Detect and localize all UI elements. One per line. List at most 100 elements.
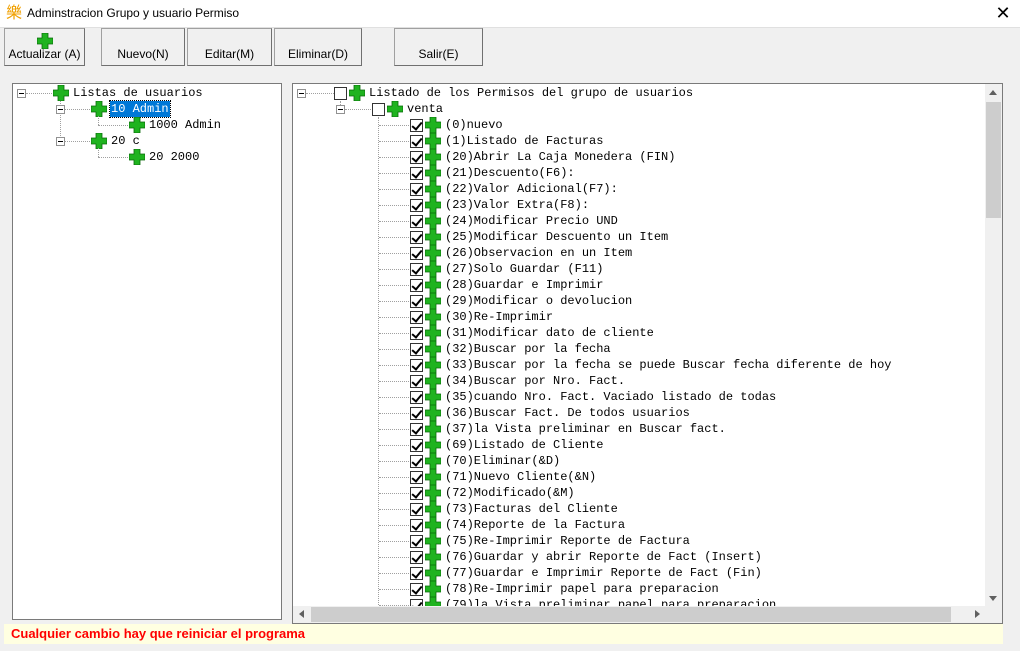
permission-checkbox[interactable]: [410, 311, 423, 324]
permission-item[interactable]: (32)Buscar por la fecha: [444, 341, 612, 357]
permission-checkbox[interactable]: [410, 567, 423, 580]
permission-item[interactable]: (29)Modificar o devolucion: [444, 293, 633, 309]
permission-item[interactable]: (26)Observacion en un Item: [444, 245, 633, 261]
permission-checkbox[interactable]: [410, 343, 423, 356]
permission-checkbox[interactable]: [410, 519, 423, 532]
users-tree-panel[interactable]: Listas de usuarios 10 Admin 1000 Admin 20 c…: [12, 83, 282, 620]
user-group-item[interactable]: 20 c: [110, 133, 141, 149]
permission-item[interactable]: (76)Guardar y abrir Reporte de Fact (Ins…: [444, 549, 763, 565]
horizontal-scroll-thumb[interactable]: [311, 607, 951, 622]
permission-item[interactable]: (72)Modificado(&M): [444, 485, 576, 501]
permission-item[interactable]: (25)Modificar Descuento un Item: [444, 229, 669, 245]
permission-item[interactable]: (74)Reporte de la Factura: [444, 517, 626, 533]
collapse-icon[interactable]: [297, 89, 306, 98]
permission-item[interactable]: (22)Valor Adicional(F7):: [444, 181, 619, 197]
permission-item[interactable]: (33)Buscar por la fecha se puede Buscar …: [444, 357, 892, 373]
permission-checkbox[interactable]: [410, 471, 423, 484]
tree-connector: [379, 189, 411, 190]
permission-item[interactable]: (27)Solo Guardar (F11): [444, 261, 604, 277]
tree-connector: [379, 157, 411, 158]
green-plus-icon: [424, 292, 442, 310]
tree-connector: [379, 397, 411, 398]
collapse-icon[interactable]: [56, 137, 65, 146]
permission-item[interactable]: (37)la Vista preliminar en Buscar fact.: [444, 421, 727, 437]
permission-checkbox[interactable]: [410, 151, 423, 164]
user-group-item[interactable]: 10 Admin: [109, 100, 171, 118]
user-item[interactable]: 1000 Admin: [148, 117, 222, 133]
permission-item[interactable]: (34)Buscar por Nro. Fact.: [444, 373, 626, 389]
user-item[interactable]: 20 2000: [148, 149, 200, 165]
permission-item[interactable]: (71)Nuevo Cliente(&N): [444, 469, 597, 485]
new-button[interactable]: Nuevo(N): [101, 28, 185, 66]
horizontal-scrollbar[interactable]: [293, 606, 986, 623]
delete-button[interactable]: Eliminar(D): [274, 28, 362, 66]
permission-checkbox[interactable]: [410, 503, 423, 516]
permission-checkbox[interactable]: [410, 391, 423, 404]
permission-item[interactable]: (70)Eliminar(&D): [444, 453, 561, 469]
scroll-down-icon[interactable]: [989, 596, 997, 601]
permission-checkbox[interactable]: [410, 199, 423, 212]
tree-connector: [379, 253, 411, 254]
permission-checkbox[interactable]: [410, 295, 423, 308]
green-plus-icon: [424, 484, 442, 502]
permission-checkbox[interactable]: [410, 407, 423, 420]
permission-checkbox[interactable]: [410, 231, 423, 244]
permission-item[interactable]: (28)Guardar e Imprimir: [444, 277, 604, 293]
permissions-tree-root[interactable]: Listado de los Permisos del grupo de usu…: [368, 85, 694, 101]
permission-checkbox[interactable]: [410, 487, 423, 500]
permission-group-venta[interactable]: venta: [406, 101, 444, 117]
permissions-tree-content: Listado de los Permisos del grupo de usu…: [293, 84, 986, 607]
permission-item[interactable]: (75)Re-Imprimir Reporte de Factura: [444, 533, 691, 549]
collapse-icon[interactable]: [56, 105, 65, 114]
permission-checkbox[interactable]: [410, 135, 423, 148]
permissions-tree-panel[interactable]: Listado de los Permisos del grupo de usu…: [292, 83, 1003, 624]
scroll-left-icon[interactable]: [299, 610, 304, 618]
permission-checkbox[interactable]: [410, 439, 423, 452]
permission-checkbox[interactable]: [410, 535, 423, 548]
permission-item[interactable]: (20)Abrir La Caja Monedera (FIN): [444, 149, 676, 165]
permission-checkbox[interactable]: [410, 119, 423, 132]
vertical-scrollbar[interactable]: [985, 84, 1002, 607]
permission-item[interactable]: (36)Buscar Fact. De todos usuarios: [444, 405, 691, 421]
close-button[interactable]: ✕: [986, 0, 1020, 27]
permission-checkbox[interactable]: [410, 183, 423, 196]
permission-checkbox[interactable]: [410, 263, 423, 276]
tree-connector: [98, 116, 99, 125]
permission-checkbox[interactable]: [410, 375, 423, 388]
permission-item[interactable]: (23)Valor Extra(F8):: [444, 197, 590, 213]
permission-checkbox[interactable]: [410, 551, 423, 564]
exit-button[interactable]: Salir(E): [394, 28, 483, 66]
collapse-icon[interactable]: [336, 105, 345, 114]
permission-checkbox[interactable]: [410, 423, 423, 436]
green-plus-icon: [424, 564, 442, 582]
permission-checkbox[interactable]: [410, 455, 423, 468]
permission-item[interactable]: (0)nuevo: [444, 117, 504, 133]
scroll-up-icon[interactable]: [989, 90, 997, 95]
permission-item[interactable]: (21)Descuento(F6):: [444, 165, 576, 181]
permission-checkbox[interactable]: [410, 247, 423, 260]
permission-checkbox[interactable]: [410, 215, 423, 228]
edit-button[interactable]: Editar(M): [187, 28, 272, 66]
permission-checkbox[interactable]: [410, 359, 423, 372]
permission-item[interactable]: (35)cuando Nro. Fact. Vaciado listado de…: [444, 389, 777, 405]
permission-item[interactable]: (78)Re-Imprimir papel para preparacion: [444, 581, 720, 597]
scroll-right-icon[interactable]: [975, 610, 980, 618]
permission-item[interactable]: (69)Listado de Cliente: [444, 437, 604, 453]
refresh-button[interactable]: Actualizar (A): [4, 28, 85, 66]
permission-item[interactable]: (24)Modificar Precio UND: [444, 213, 619, 229]
group-checkbox[interactable]: [372, 103, 385, 116]
permission-checkbox[interactable]: [410, 167, 423, 180]
permission-item[interactable]: (73)Facturas del Cliente: [444, 501, 619, 517]
vertical-scroll-thumb[interactable]: [986, 102, 1001, 218]
permission-item[interactable]: (30)Re-Imprimir: [444, 309, 554, 325]
green-plus-icon: [424, 452, 442, 470]
collapse-icon[interactable]: [17, 89, 26, 98]
permission-checkbox[interactable]: [410, 583, 423, 596]
users-tree-root[interactable]: Listas de usuarios: [72, 85, 204, 101]
permission-item[interactable]: (77)Guardar e Imprimir Reporte de Fact (…: [444, 565, 763, 581]
permission-checkbox[interactable]: [410, 279, 423, 292]
permission-item[interactable]: (1)Listado de Facturas: [444, 133, 604, 149]
root-checkbox[interactable]: [334, 87, 347, 100]
permission-checkbox[interactable]: [410, 327, 423, 340]
permission-item[interactable]: (31)Modificar dato de cliente: [444, 325, 655, 341]
